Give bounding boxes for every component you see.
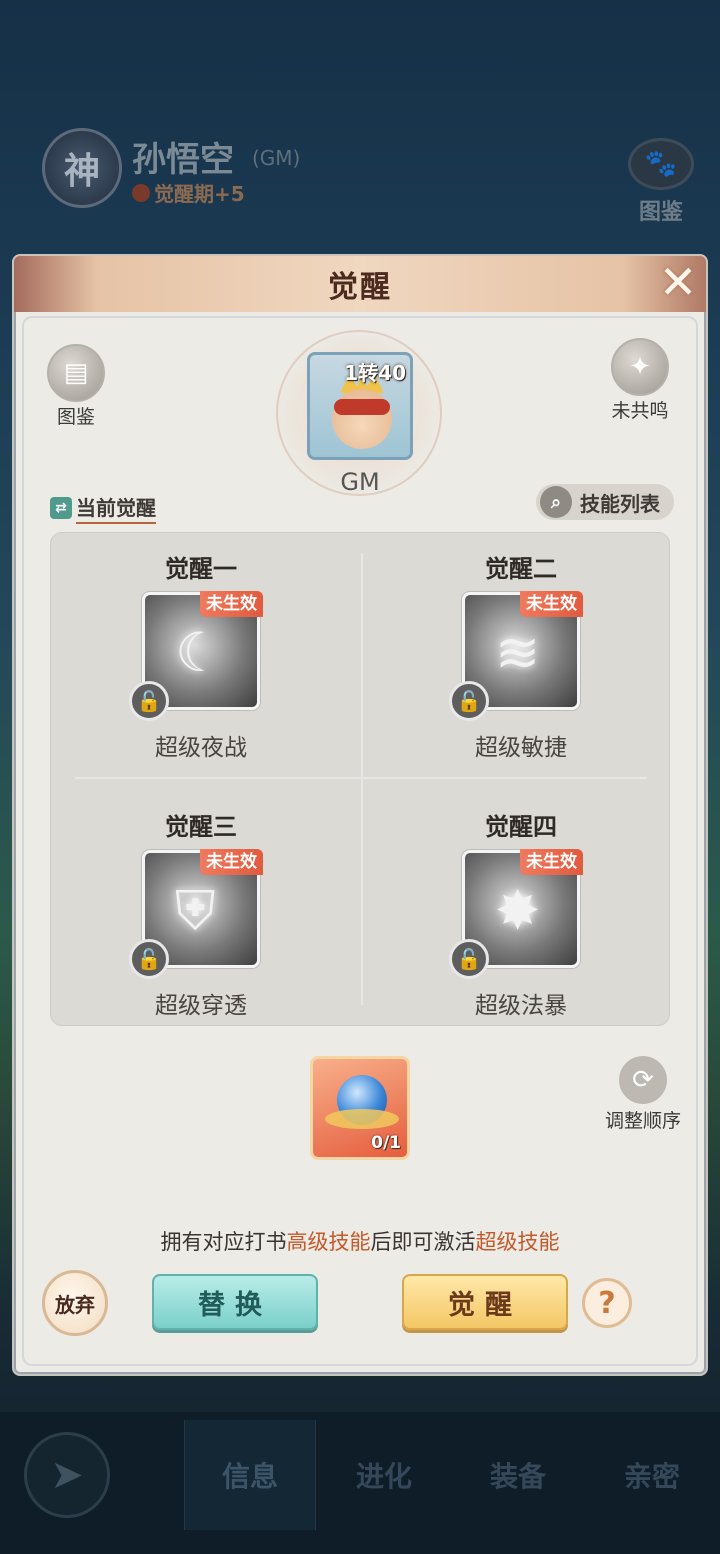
- burst-glyph: ✸: [495, 879, 541, 942]
- shield-pierce-icon[interactable]: ⛨ 未生效 🔓: [129, 849, 263, 979]
- portrait-name: GM: [340, 468, 380, 496]
- status-badge: 未生效: [200, 591, 263, 617]
- wing-icon: [325, 1109, 399, 1129]
- awaken-label: 觉醒: [448, 1289, 522, 1321]
- awakening-skill-name: 超级敏捷: [475, 735, 567, 761]
- moon-glyph: ☾: [175, 621, 224, 684]
- stage-icon: [132, 183, 150, 202]
- current-awakening-label: 当前觉醒: [76, 492, 156, 524]
- lock-icon: 🔓: [449, 681, 489, 721]
- awaken-button[interactable]: 觉醒: [402, 1274, 568, 1330]
- adjust-order-label: 调整顺序: [604, 1110, 681, 1132]
- tab-evolve[interactable]: 进化: [318, 1420, 450, 1530]
- abandon-button[interactable]: 放弃: [42, 1270, 108, 1336]
- flame-icon: ✦: [611, 338, 669, 396]
- portrait-level: 1转40: [344, 361, 406, 385]
- claw-glyph: ≋: [495, 621, 541, 684]
- skill-list-label: 技能列表: [580, 491, 660, 516]
- hint-highlight-2: 超级技能: [475, 1230, 560, 1254]
- abandon-label: 放弃: [55, 1292, 95, 1317]
- awakening-slot-3[interactable]: 觉醒三 ⛨ 未生效 🔓 超级穿透: [51, 791, 351, 1031]
- status-badge: 未生效: [520, 591, 583, 617]
- back-arrow-icon[interactable]: ➤: [24, 1432, 110, 1518]
- resonance-label: 未共鸣: [611, 400, 669, 422]
- awakening-grid: 觉醒一 ☾ 未生效 🔓 超级夜战 觉醒二 ≋ 未生效 🔓 超级敏捷 觉醒三 ⛨ …: [50, 532, 670, 1026]
- claw-icon[interactable]: ≋ 未生效 🔓: [449, 591, 583, 721]
- paw-book-icon: 🐾: [628, 138, 694, 190]
- hero-stage-label: 觉醒期+5: [154, 182, 245, 206]
- awakening-toggle-icon: ⇄: [50, 497, 72, 519]
- hero-mask: [334, 399, 390, 415]
- awaken-material-slot[interactable]: 0/1: [310, 1056, 410, 1160]
- replace-label: 替换: [198, 1289, 272, 1321]
- awakening-title: 觉醒三: [165, 813, 237, 841]
- awakening-skill-name: 超级夜战: [155, 735, 247, 761]
- activation-hint: 拥有对应打书高级技能后即可激活超级技能: [40, 1226, 680, 1256]
- adjust-order-button[interactable]: ⟳ 调整顺序: [598, 1056, 688, 1133]
- status-badge: 未生效: [520, 849, 583, 875]
- awakening-slot-4[interactable]: 觉醒四 ✸ 未生效 🔓 超级法暴: [371, 791, 671, 1031]
- material-count: 0/1: [371, 1133, 401, 1153]
- refresh-icon: ⟳: [619, 1056, 667, 1104]
- resonance-button[interactable]: ✦ 未共鸣: [600, 338, 680, 423]
- help-icon[interactable]: ?: [582, 1278, 632, 1328]
- hint-part-1: 拥有对应打书: [160, 1230, 287, 1254]
- lock-icon: 🔓: [129, 681, 169, 721]
- awakening-title: 觉醒一: [165, 555, 237, 583]
- background-codex-label: 图鉴: [638, 200, 683, 225]
- dialog-title: 觉醒: [328, 270, 392, 305]
- help-label: ?: [598, 1285, 616, 1321]
- moon-icon[interactable]: ☾ 未生效 🔓: [129, 591, 263, 721]
- lock-icon: 🔓: [129, 939, 169, 979]
- current-awakening-link[interactable]: ⇄ 当前觉醒: [50, 492, 156, 524]
- hint-highlight-1: 高级技能: [286, 1230, 371, 1254]
- tab-info[interactable]: 信息: [184, 1420, 316, 1530]
- awakening-slot-2[interactable]: 觉醒二 ≋ 未生效 🔓 超级敏捷: [371, 533, 671, 773]
- skill-list-button[interactable]: ⌕ 技能列表: [536, 484, 674, 520]
- burst-icon[interactable]: ✸ 未生效 🔓: [449, 849, 583, 979]
- awakening-title: 觉醒四: [485, 813, 557, 841]
- background-codex-button[interactable]: 🐾 图鉴: [626, 138, 696, 226]
- grid-divider-horizontal: [75, 777, 647, 779]
- close-icon[interactable]: ✕: [654, 255, 702, 309]
- tab-equip[interactable]: 装备: [452, 1420, 584, 1530]
- grid-divider-vertical: [361, 553, 363, 1005]
- hero-stage: 觉醒期+5: [132, 178, 245, 207]
- status-badge: 未生效: [200, 849, 263, 875]
- book-icon: ▤: [47, 344, 105, 402]
- hero-face: [332, 389, 392, 449]
- hero-tag: (GM): [252, 146, 301, 170]
- tab-intimacy[interactable]: 亲密: [586, 1420, 718, 1530]
- hero-portrait[interactable]: 1转40: [307, 352, 413, 460]
- awakening-skill-name: 超级穿透: [155, 993, 247, 1019]
- shield-glyph: ⛨: [175, 879, 216, 942]
- awakening-title: 觉醒二: [485, 555, 557, 583]
- replace-button[interactable]: 替换: [152, 1274, 318, 1330]
- codex-label: 图鉴: [56, 406, 95, 428]
- hero-name: 孙悟空: [132, 140, 234, 180]
- codex-button[interactable]: ▤ 图鉴: [36, 344, 116, 429]
- rank-badge: 神: [42, 128, 122, 208]
- awakening-slot-1[interactable]: 觉醒一 ☾ 未生效 🔓 超级夜战: [51, 533, 351, 773]
- hint-part-2: 后即可激活: [370, 1230, 476, 1254]
- lock-icon: 🔓: [449, 939, 489, 979]
- dialog-header: 觉醒 ✕: [14, 255, 706, 312]
- awakening-skill-name: 超级法暴: [475, 993, 567, 1019]
- search-icon: ⌕: [540, 486, 572, 518]
